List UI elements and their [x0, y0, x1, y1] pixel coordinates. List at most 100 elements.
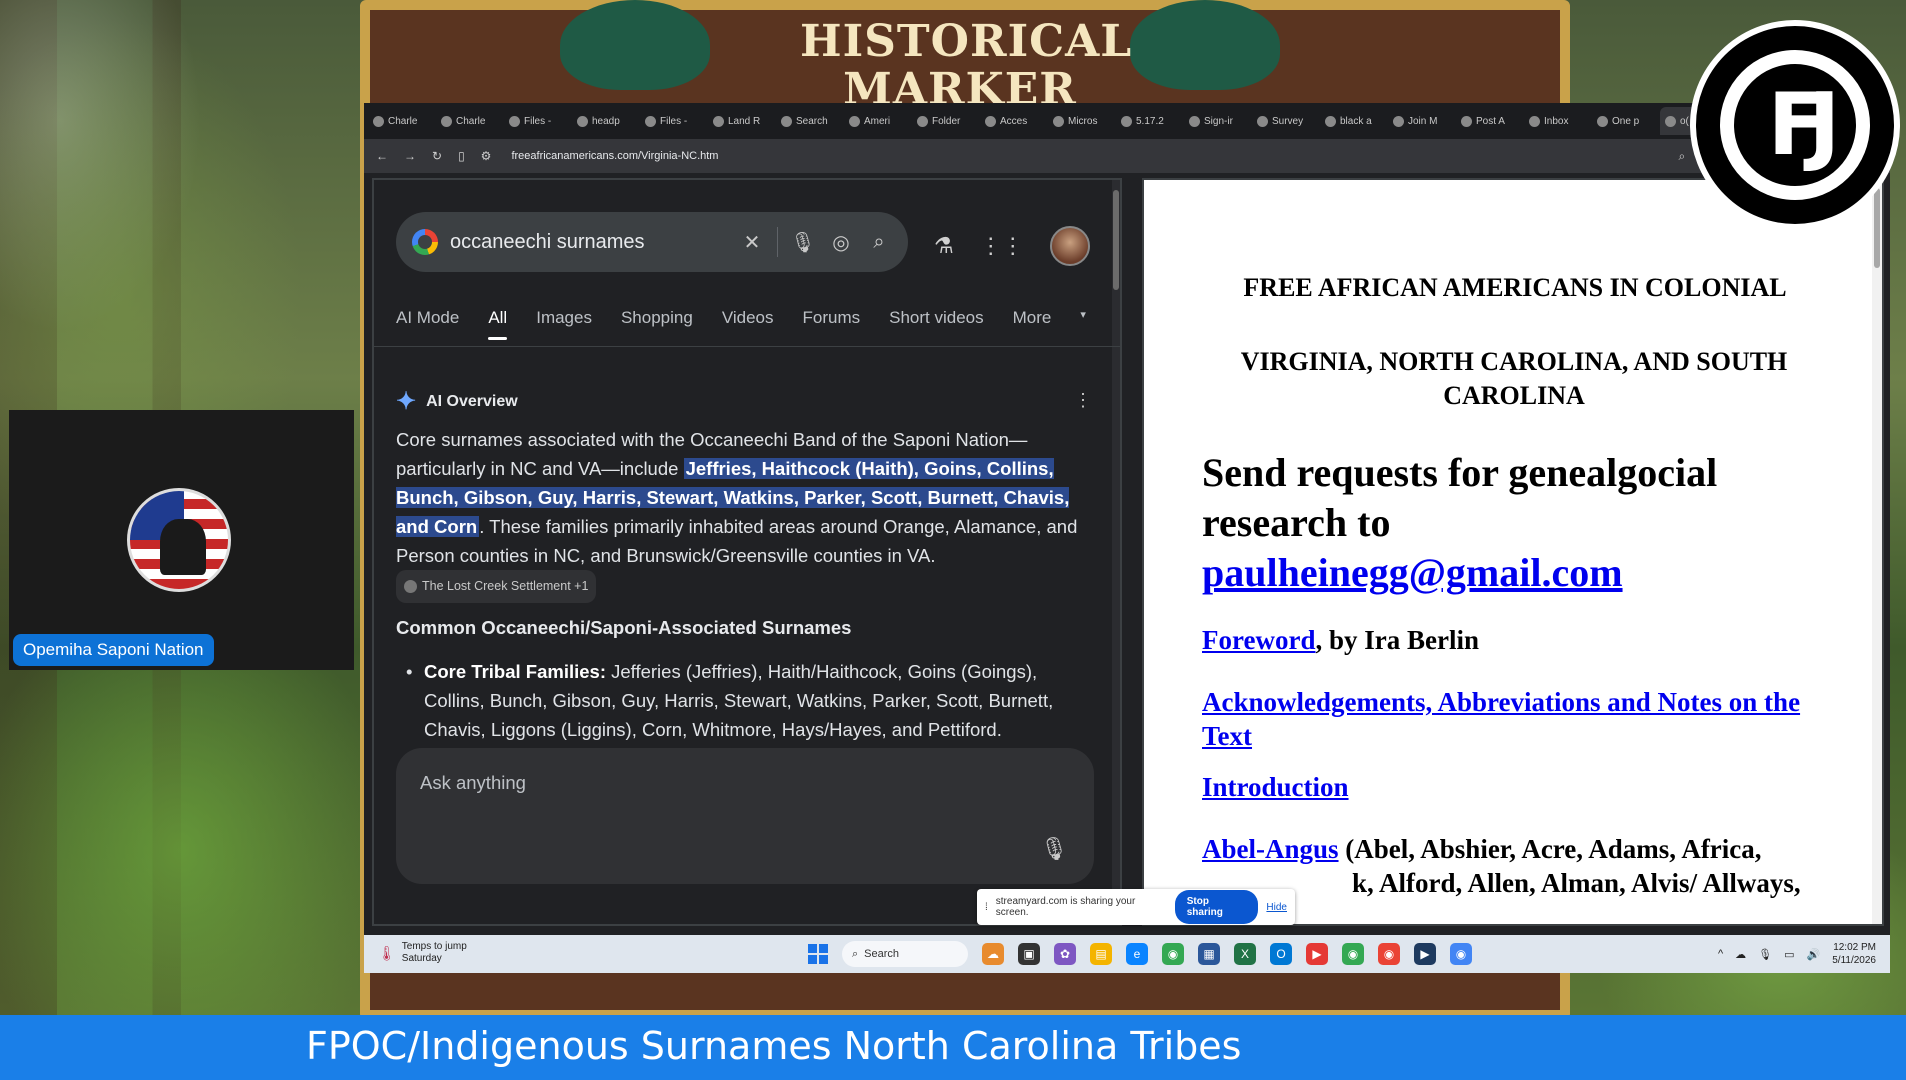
microphone-icon[interactable]: 🎙	[790, 230, 816, 255]
tab-forums[interactable]: Forums	[803, 308, 861, 328]
apps-grid-icon[interactable]: ⋮⋮	[980, 233, 1024, 259]
tab-favicon-icon	[645, 115, 656, 127]
tab-videos[interactable]: Videos	[722, 308, 774, 328]
browser-tab[interactable]: Search	[776, 107, 842, 135]
citation-chip[interactable]: The Lost Creek Settlement +1	[396, 570, 597, 603]
browser-tab[interactable]: Sign-ir	[1184, 107, 1250, 135]
weather-widget[interactable]: 🌡 Temps to jump Saturday	[378, 941, 467, 965]
url-field[interactable]: freeafricanamericans.com/Virginia-NC.htm	[511, 150, 718, 162]
tab-short-videos[interactable]: Short videos	[889, 308, 984, 328]
account-avatar[interactable]	[1049, 226, 1090, 266]
windows-taskbar: 🌡 Temps to jump Saturday ⌕ Search ☁ ▣ ✿ ▤ …	[364, 935, 1890, 973]
lens-icon[interactable]: ◎	[828, 230, 854, 255]
stop-sharing-button[interactable]: Stop sharing	[1174, 890, 1259, 924]
browser-tab[interactable]: 5.17.2	[1116, 107, 1182, 135]
search-input[interactable]: occaneechi surnames	[450, 231, 727, 254]
google-logo-icon	[412, 229, 438, 255]
browser-tab[interactable]: Files -	[640, 107, 706, 135]
search-tabs: AI Mode All Images Shopping Videos Forums Shor…	[396, 308, 1086, 340]
browser-tab[interactable]: Land R	[708, 107, 774, 135]
search-icon[interactable]: ⌕	[866, 231, 892, 254]
introduction-link[interactable]: Introduction	[1202, 772, 1349, 802]
chrome-active-icon[interactable]: ◉	[1378, 943, 1400, 965]
lower-third-banner: FPOC/Indigenous Surnames North Carolina …	[0, 1015, 1906, 1080]
reload-icon[interactable]: ↻	[432, 149, 442, 163]
clock[interactable]: 12:02 PM 5/11/2026	[1832, 941, 1876, 967]
browser-tab[interactable]: Survey	[1252, 107, 1318, 135]
chrome-icon[interactable]: ◉	[1162, 943, 1184, 965]
browser-tab[interactable]: Files -	[504, 107, 570, 135]
microphone-icon[interactable]: 🎙	[1040, 836, 1068, 862]
leaf-ornament-left	[560, 0, 710, 90]
volume-icon[interactable]: 🔊	[1807, 948, 1821, 961]
onedrive-icon[interactable]: ☁	[1735, 948, 1746, 961]
tab-favicon-icon	[1461, 115, 1472, 127]
ai-overview-title: AI Overview	[426, 392, 518, 410]
chevron-up-icon[interactable]: ^	[1718, 948, 1723, 960]
website-panel: FREE AFRICAN AMERICANS IN COLONIAL VIRGI…	[1142, 178, 1884, 926]
email-link[interactable]: paulheinegg@gmail.com	[1202, 550, 1623, 595]
task-view-icon[interactable]: ▣	[1018, 943, 1040, 965]
browser-tab[interactable]: headp	[572, 107, 638, 135]
back-icon[interactable]: ←	[376, 149, 388, 163]
hide-button[interactable]: Hide	[1266, 902, 1287, 913]
chrome-alt-icon[interactable]: ◉	[1450, 943, 1472, 965]
browser-tab[interactable]: black a	[1320, 107, 1386, 135]
windows-start-icon[interactable]	[808, 944, 828, 964]
google-search-panel: occaneechi surnames ✕ 🎙 ◎ ⌕ ⚗ ⋮⋮ AI Mode…	[372, 178, 1122, 926]
browser-tab[interactable]: Post A	[1456, 107, 1522, 135]
taskbar-search[interactable]: ⌕ Search	[842, 941, 968, 967]
list-item: Core Tribal Families: Jefferies (Jeffrie…	[406, 657, 1096, 744]
tab-favicon-icon	[577, 115, 588, 127]
browser-tab[interactable]: Folder	[912, 107, 978, 135]
drag-handle-icon[interactable]: ⁞	[985, 902, 988, 913]
zoom-icon[interactable]: ⌕	[1679, 149, 1686, 164]
store-icon[interactable]: ▦	[1198, 943, 1220, 965]
clear-icon[interactable]: ✕	[739, 230, 765, 255]
widgets-icon[interactable]: ☁	[982, 943, 1004, 965]
site-info-icon[interactable]: ⚙	[481, 149, 492, 163]
acknowledgements-item: Acknowledgements, Abbreviations and Note…	[1202, 685, 1842, 753]
search-box[interactable]: occaneechi surnames ✕ 🎙 ◎ ⌕	[396, 212, 908, 272]
browser-tab[interactable]: Join M	[1388, 107, 1454, 135]
acknowledgements-link[interactable]: Acknowledgements, Abbreviations and Note…	[1202, 687, 1800, 751]
network-icon[interactable]: ▭	[1784, 948, 1794, 961]
address-bar: ← → ↻ ▯ ⚙ freeafricanamericans.com/Virgi…	[364, 139, 1890, 173]
browser-tab[interactable]: Charle	[436, 107, 502, 135]
chrome-profile-icon[interactable]: ◉	[1342, 943, 1364, 965]
browser-tab[interactable]: Micros	[1048, 107, 1114, 135]
ask-input[interactable]: Ask anything	[420, 772, 526, 794]
foreword-link[interactable]: Foreword	[1202, 625, 1315, 655]
tab-all[interactable]: All	[488, 308, 507, 340]
screen-share-notice: ⁞ streamyard.com is sharing your screen.…	[977, 889, 1295, 925]
browser-tab[interactable]: One p	[1592, 107, 1658, 135]
labs-flask-icon[interactable]: ⚗	[934, 233, 954, 259]
tab-ai-mode[interactable]: AI Mode	[396, 308, 459, 328]
tab-favicon-icon	[917, 115, 928, 127]
browser-tab[interactable]: Ameri	[844, 107, 910, 135]
browser-tab[interactable]: Inbox	[1524, 107, 1590, 135]
forward-icon[interactable]: →	[404, 149, 416, 163]
outlook-icon[interactable]: O	[1270, 943, 1292, 965]
webcam-tile: Opemiha Saponi Nation	[9, 410, 354, 670]
abel-angus-link[interactable]: Abel-Angus	[1202, 834, 1339, 864]
youtube-icon[interactable]: ▶	[1306, 943, 1328, 965]
scrollbar[interactable]	[1112, 180, 1120, 924]
search-icon: ⌕	[852, 947, 859, 960]
excel-icon[interactable]: X	[1234, 943, 1256, 965]
more-options-icon[interactable]: ⋮	[1074, 390, 1092, 411]
ask-anything-box[interactable]: Ask anything 🎙	[396, 748, 1094, 884]
tab-shopping[interactable]: Shopping	[621, 308, 693, 328]
browser-tab[interactable]: Charle	[368, 107, 434, 135]
surnames-subheading: Common Occaneechi/Saponi-Associated Surn…	[396, 617, 852, 638]
shared-screen: Charle Charle Files - headp Files - Land R Sea…	[364, 103, 1890, 973]
sidepanel-icon[interactable]: ▯	[458, 149, 465, 163]
tab-more[interactable]: More	[1013, 308, 1052, 328]
tab-images[interactable]: Images	[536, 308, 592, 328]
edge-icon[interactable]: e	[1126, 943, 1148, 965]
file-explorer-icon[interactable]: ▤	[1090, 943, 1112, 965]
copilot-icon[interactable]: ✿	[1054, 943, 1076, 965]
browser-tab[interactable]: Acces	[980, 107, 1046, 135]
mic-tray-icon[interactable]: 🎙	[1758, 948, 1772, 961]
terminal-icon[interactable]: ▶	[1414, 943, 1436, 965]
